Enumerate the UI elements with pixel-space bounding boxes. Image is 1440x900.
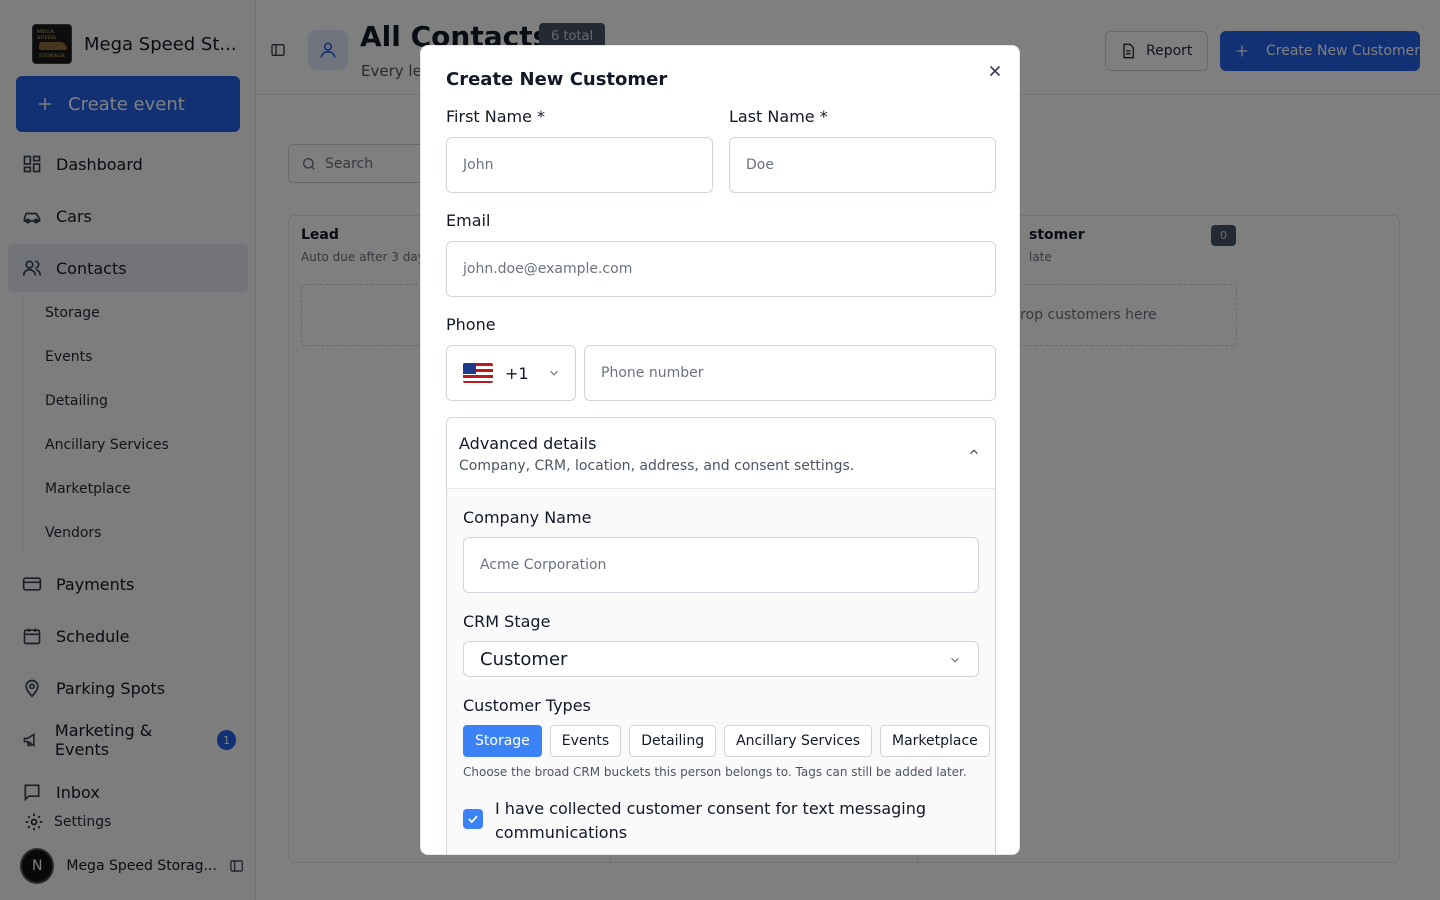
chevron-up-icon <box>970 449 978 455</box>
advanced-details-title: Advanced details <box>459 434 597 453</box>
last-name-input[interactable]: Doe <box>729 137 996 193</box>
sms-consent: I have collected customer consent for te… <box>463 797 963 845</box>
customer-types-hint: Choose the broad CRM buckets this person… <box>463 765 967 779</box>
phone-input[interactable]: Phone number <box>584 345 996 401</box>
first-name-input[interactable]: John <box>446 137 713 193</box>
advanced-details-subtitle: Company, CRM, location, address, and con… <box>459 458 855 474</box>
advanced-details-section: Advanced details Company, CRM, location,… <box>446 417 996 854</box>
check-icon <box>468 815 478 824</box>
type-chip-ancillary[interactable]: Ancillary Services <box>724 725 872 757</box>
crm-stage-label: CRM Stage <box>463 612 551 631</box>
email-label: Email <box>446 211 491 230</box>
first-name-label: First Name * <box>446 107 546 126</box>
company-name-placeholder: Acme Corporation <box>480 557 607 573</box>
crm-stage-value: Customer <box>480 648 568 670</box>
last-name-placeholder: Doe <box>746 157 774 173</box>
last-name-label: Last Name * <box>729 107 828 126</box>
chevron-down-icon <box>951 657 959 663</box>
close-icon[interactable] <box>986 62 1004 80</box>
advanced-details-toggle[interactable]: Advanced details Company, CRM, location,… <box>447 418 995 489</box>
type-chip-detailing[interactable]: Detailing <box>629 725 717 757</box>
sms-consent-checkbox[interactable] <box>463 809 483 829</box>
phone-label: Phone <box>446 315 496 334</box>
company-name-input[interactable]: Acme Corporation <box>463 537 979 593</box>
chevron-down-icon <box>549 370 558 376</box>
advanced-details-body: Company Name Acme Corporation CRM Stage … <box>447 489 995 854</box>
customer-types-label: Customer Types <box>463 696 591 715</box>
crm-stage-select[interactable]: Customer <box>463 641 979 677</box>
company-name-label: Company Name <box>463 508 592 527</box>
email-input[interactable]: john.doe@example.com <box>446 241 996 297</box>
first-name-placeholder: John <box>463 157 494 173</box>
customer-types-group: Storage Events Detailing Ancillary Servi… <box>463 725 990 757</box>
phone-placeholder: Phone number <box>601 365 704 381</box>
us-flag-icon <box>463 363 493 383</box>
create-customer-modal: Create New Customer First Name * John La… <box>420 45 1020 855</box>
type-chip-events[interactable]: Events <box>549 725 622 757</box>
sms-consent-label: I have collected customer consent for te… <box>495 799 927 842</box>
email-placeholder: john.doe@example.com <box>463 261 633 277</box>
type-chip-marketplace[interactable]: Marketplace <box>880 725 990 757</box>
modal-title: Create New Customer <box>446 69 668 90</box>
dial-code: +1 <box>505 363 529 383</box>
country-code-select[interactable]: +1 <box>446 345 576 401</box>
type-chip-storage[interactable]: Storage <box>463 725 542 757</box>
